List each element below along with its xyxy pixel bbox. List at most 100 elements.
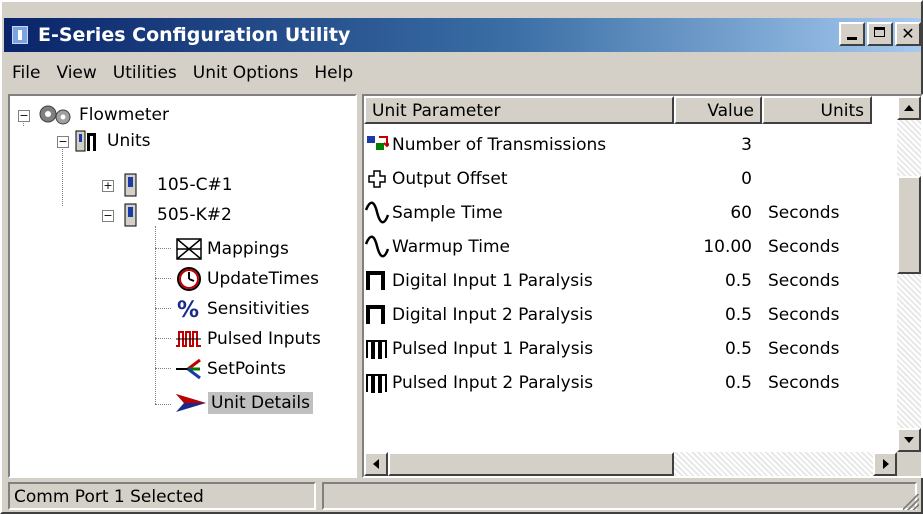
horizontal-scroll-thumb[interactable] [388, 452, 674, 476]
param-value: 0.5 [724, 339, 752, 359]
status-panel-empty [322, 482, 917, 510]
offset-cross-icon [364, 168, 390, 190]
tree-label: Units [107, 131, 151, 151]
tree-node-sensitivities[interactable]: % Sensitivities [174, 296, 312, 322]
tree-node-setpoints[interactable]: SetPoints [174, 356, 289, 382]
table-row[interactable]: Number of Transmissions 3 [364, 128, 872, 162]
param-cell: Output Offset [364, 168, 674, 190]
square-pulse-icon [364, 269, 390, 293]
menu-view[interactable]: View [48, 63, 104, 83]
param-units: Seconds [768, 305, 840, 325]
table-row[interactable]: Output Offset 0 [364, 162, 872, 196]
arrow-right-icon [883, 459, 889, 469]
scroll-down-button[interactable] [897, 428, 921, 452]
tree-label: 505-K#2 [157, 205, 232, 225]
table-row[interactable]: Warmup Time 10.00 Seconds [364, 230, 872, 264]
table-row[interactable]: Pulsed Input 2 Paralysis 0.5 Seconds [364, 366, 872, 400]
setpoints-icon [176, 358, 201, 380]
units-icon [75, 130, 96, 152]
transmission-icon [364, 134, 390, 156]
param-value: 0.5 [724, 373, 752, 393]
window-controls: ✕ [839, 22, 921, 46]
table-row[interactable]: Pulsed Input 1 Paralysis 0.5 Seconds [364, 332, 872, 366]
table-row[interactable]: Sample Time 60 Seconds [364, 196, 872, 230]
param-units: Seconds [768, 339, 840, 359]
param-name: Sample Time [392, 203, 503, 223]
tree-node-unit-105[interactable]: 105-C#1 [118, 172, 236, 198]
collapse-icon[interactable]: − [57, 136, 69, 148]
menu-file[interactable]: File [4, 63, 48, 83]
menu-unit-options[interactable]: Unit Options [185, 63, 307, 83]
tree-node-pulsed-inputs[interactable]: Pulsed Inputs [174, 326, 324, 352]
param-name: Output Offset [392, 169, 508, 189]
vertical-scrollbar[interactable] [897, 96, 921, 452]
pulse-train-icon [364, 371, 390, 395]
horizontal-scrollbar[interactable] [364, 452, 897, 476]
device-icon [124, 173, 137, 197]
tree-line [62, 142, 63, 206]
collapse-icon[interactable]: − [102, 210, 114, 222]
tree-line [155, 308, 171, 309]
param-name: Pulsed Input 1 Paralysis [392, 339, 594, 359]
param-value: 0.5 [724, 271, 752, 291]
tree-node-unit-details[interactable]: Unit Details [174, 390, 313, 416]
table-row[interactable]: Digital Input 1 Paralysis 0.5 Seconds [364, 264, 872, 298]
title-bar[interactable]: E-Series Configuration Utility ✕ [4, 18, 921, 52]
column-header-units[interactable]: Units [762, 96, 872, 124]
scroll-right-button[interactable] [873, 452, 897, 476]
sine-wave-icon [364, 235, 390, 259]
scroll-up-button[interactable] [897, 96, 921, 120]
tree-label: Sensitivities [207, 299, 310, 319]
column-header-parameter[interactable]: Unit Parameter [364, 96, 674, 124]
param-units: Seconds [768, 271, 840, 291]
column-header-value[interactable]: Value [674, 96, 762, 124]
square-pulse-icon [364, 303, 390, 327]
status-bar: Comm Port 1 Selected [4, 482, 921, 512]
maximize-button[interactable] [867, 22, 893, 46]
column-headers: Unit Parameter Value Units [364, 96, 872, 124]
scrollbar-corner [897, 452, 921, 476]
vertical-scroll-thumb[interactable] [897, 176, 921, 274]
param-cell: Digital Input 1 Paralysis [364, 269, 674, 293]
window-title: E-Series Configuration Utility [38, 24, 351, 46]
app-window: E-Series Configuration Utility ✕ File Vi… [0, 0, 923, 514]
param-units: Seconds [768, 203, 840, 223]
tree-label: Unit Details [208, 392, 313, 414]
tree-view[interactable]: − Flowmeter − Units + 105-C#1 − 505-K#2 … [8, 94, 357, 478]
param-name: Digital Input 1 Paralysis [392, 271, 593, 291]
gears-icon [39, 105, 71, 125]
app-icon[interactable] [12, 26, 28, 44]
menu-utilities[interactable]: Utilities [105, 63, 185, 83]
tree-node-updatetimes[interactable]: UpdateTimes [174, 266, 322, 292]
parameter-list[interactable]: Unit Parameter Value Units Number of Tra… [362, 94, 923, 478]
param-value: 10.00 [703, 237, 752, 257]
arrow-icon [176, 394, 206, 412]
close-button[interactable]: ✕ [895, 22, 921, 46]
tree-line [155, 278, 171, 279]
collapse-icon[interactable]: − [18, 110, 30, 122]
param-cell: Pulsed Input 2 Paralysis [364, 371, 674, 395]
tree-node-unit-505[interactable]: 505-K#2 [118, 202, 235, 228]
param-cell: Pulsed Input 1 Paralysis [364, 337, 674, 361]
param-value: 0.5 [724, 305, 752, 325]
param-cell: Sample Time [364, 201, 674, 225]
device-icon [124, 203, 137, 227]
scroll-left-button[interactable] [364, 452, 388, 476]
minimize-button[interactable] [839, 22, 865, 46]
percent-icon: % [177, 298, 199, 322]
table-row[interactable]: Digital Input 2 Paralysis 0.5 Seconds [364, 298, 872, 332]
svg-text:%: % [177, 298, 199, 322]
expand-icon[interactable]: + [102, 180, 114, 192]
param-name: Warmup Time [392, 237, 510, 257]
param-value: 3 [741, 135, 752, 155]
param-value: 60 [730, 203, 752, 223]
tree-node-units[interactable]: Units [74, 128, 153, 154]
resize-grip-icon[interactable] [903, 494, 919, 510]
tree-node-mappings[interactable]: Mappings [174, 236, 292, 262]
tree-line [155, 404, 171, 405]
tree-node-flowmeter[interactable]: Flowmeter [36, 102, 172, 128]
mappings-icon [176, 238, 202, 260]
tree-label: Pulsed Inputs [207, 329, 321, 349]
menu-help[interactable]: Help [306, 63, 361, 83]
tree-label: 105-C#1 [157, 175, 233, 195]
